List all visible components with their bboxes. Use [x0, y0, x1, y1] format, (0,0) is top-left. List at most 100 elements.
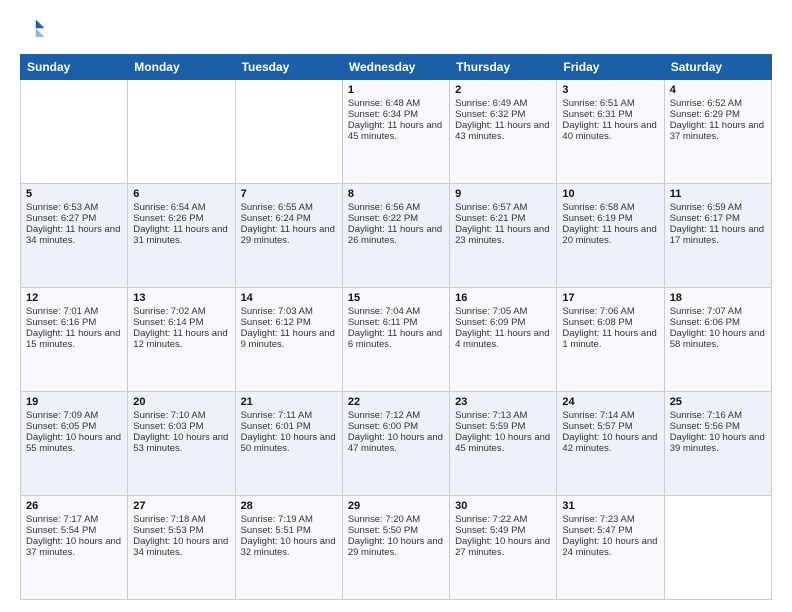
- calendar-cell: 7Sunrise: 6:55 AMSunset: 6:24 PMDaylight…: [235, 184, 342, 288]
- sunrise-text: Sunrise: 7:17 AM: [26, 514, 98, 525]
- day-number: 26: [26, 500, 122, 512]
- sunset-text: Sunset: 6:34 PM: [348, 109, 418, 120]
- daylight-text: Daylight: 11 hours and 6 minutes.: [348, 328, 442, 350]
- col-header-wednesday: Wednesday: [342, 55, 449, 80]
- day-number: 14: [241, 292, 337, 304]
- calendar-cell: 12Sunrise: 7:01 AMSunset: 6:16 PMDayligh…: [21, 288, 128, 392]
- calendar-cell: 1Sunrise: 6:48 AMSunset: 6:34 PMDaylight…: [342, 80, 449, 184]
- day-number: 30: [455, 500, 551, 512]
- day-number: 19: [26, 396, 122, 408]
- calendar-cell: 26Sunrise: 7:17 AMSunset: 5:54 PMDayligh…: [21, 496, 128, 600]
- col-header-tuesday: Tuesday: [235, 55, 342, 80]
- sunrise-text: Sunrise: 7:07 AM: [670, 306, 742, 317]
- sunset-text: Sunset: 6:22 PM: [348, 213, 418, 224]
- daylight-text: Daylight: 10 hours and 37 minutes.: [26, 536, 121, 558]
- daylight-text: Daylight: 11 hours and 17 minutes.: [670, 224, 764, 246]
- col-header-monday: Monday: [128, 55, 235, 80]
- day-number: 17: [562, 292, 658, 304]
- calendar-cell: 28Sunrise: 7:19 AMSunset: 5:51 PMDayligh…: [235, 496, 342, 600]
- calendar-cell: 24Sunrise: 7:14 AMSunset: 5:57 PMDayligh…: [557, 392, 664, 496]
- daylight-text: Daylight: 11 hours and 9 minutes.: [241, 328, 335, 350]
- sunrise-text: Sunrise: 6:58 AM: [562, 202, 634, 213]
- day-number: 9: [455, 188, 551, 200]
- day-number: 8: [348, 188, 444, 200]
- sunrise-text: Sunrise: 6:52 AM: [670, 98, 742, 109]
- sunset-text: Sunset: 6:00 PM: [348, 421, 418, 432]
- sunrise-text: Sunrise: 7:14 AM: [562, 410, 634, 421]
- sunset-text: Sunset: 5:49 PM: [455, 525, 525, 536]
- daylight-text: Daylight: 11 hours and 29 minutes.: [241, 224, 335, 246]
- sunrise-text: Sunrise: 7:16 AM: [670, 410, 742, 421]
- sunrise-text: Sunrise: 7:02 AM: [133, 306, 205, 317]
- sunrise-text: Sunrise: 7:20 AM: [348, 514, 420, 525]
- calendar-cell: [664, 496, 771, 600]
- sunrise-text: Sunrise: 7:13 AM: [455, 410, 527, 421]
- sunset-text: Sunset: 6:17 PM: [670, 213, 740, 224]
- sunrise-text: Sunrise: 6:53 AM: [26, 202, 98, 213]
- daylight-text: Daylight: 10 hours and 42 minutes.: [562, 432, 657, 454]
- calendar-header-row: SundayMondayTuesdayWednesdayThursdayFrid…: [21, 55, 772, 80]
- day-number: 4: [670, 84, 766, 96]
- sunrise-text: Sunrise: 7:23 AM: [562, 514, 634, 525]
- sunset-text: Sunset: 5:56 PM: [670, 421, 740, 432]
- day-number: 31: [562, 500, 658, 512]
- logo-icon: [20, 16, 48, 44]
- calendar-cell: 27Sunrise: 7:18 AMSunset: 5:53 PMDayligh…: [128, 496, 235, 600]
- calendar-week-2: 5Sunrise: 6:53 AMSunset: 6:27 PMDaylight…: [21, 184, 772, 288]
- day-number: 1: [348, 84, 444, 96]
- logo: [20, 16, 52, 44]
- sunrise-text: Sunrise: 7:19 AM: [241, 514, 313, 525]
- sunset-text: Sunset: 6:24 PM: [241, 213, 311, 224]
- day-number: 18: [670, 292, 766, 304]
- sunset-text: Sunset: 6:26 PM: [133, 213, 203, 224]
- sunset-text: Sunset: 5:47 PM: [562, 525, 632, 536]
- calendar-cell: 13Sunrise: 7:02 AMSunset: 6:14 PMDayligh…: [128, 288, 235, 392]
- daylight-text: Daylight: 11 hours and 4 minutes.: [455, 328, 549, 350]
- daylight-text: Daylight: 11 hours and 37 minutes.: [670, 120, 764, 142]
- sunrise-text: Sunrise: 7:06 AM: [562, 306, 634, 317]
- sunset-text: Sunset: 6:01 PM: [241, 421, 311, 432]
- daylight-text: Daylight: 10 hours and 29 minutes.: [348, 536, 443, 558]
- daylight-text: Daylight: 10 hours and 58 minutes.: [670, 328, 765, 350]
- col-header-friday: Friday: [557, 55, 664, 80]
- day-number: 20: [133, 396, 229, 408]
- sunset-text: Sunset: 6:11 PM: [348, 317, 418, 328]
- day-number: 6: [133, 188, 229, 200]
- sunrise-text: Sunrise: 7:03 AM: [241, 306, 313, 317]
- sunset-text: Sunset: 6:31 PM: [562, 109, 632, 120]
- day-number: 10: [562, 188, 658, 200]
- daylight-text: Daylight: 11 hours and 26 minutes.: [348, 224, 442, 246]
- calendar-cell: [21, 80, 128, 184]
- day-number: 21: [241, 396, 337, 408]
- daylight-text: Daylight: 10 hours and 45 minutes.: [455, 432, 550, 454]
- day-number: 3: [562, 84, 658, 96]
- sunrise-text: Sunrise: 7:10 AM: [133, 410, 205, 421]
- sunrise-text: Sunrise: 7:04 AM: [348, 306, 420, 317]
- daylight-text: Daylight: 11 hours and 45 minutes.: [348, 120, 442, 142]
- calendar-cell: 11 Sunrise: 6:59 AMSunset: 6:17 PMDayligh…: [664, 184, 771, 288]
- sunset-text: Sunset: 6:32 PM: [455, 109, 525, 120]
- calendar-cell: 6Sunrise: 6:54 AMSunset: 6:26 PMDaylight…: [128, 184, 235, 288]
- sunrise-text: Sunrise: 6:55 AM: [241, 202, 313, 213]
- sunrise-text: Sunrise: 6:49 AM: [455, 98, 527, 109]
- day-number: 11: [670, 188, 766, 200]
- day-number: 27: [133, 500, 229, 512]
- calendar-cell: [128, 80, 235, 184]
- daylight-text: Daylight: 10 hours and 32 minutes.: [241, 536, 336, 558]
- sunrise-text: Sunrise: 6:56 AM: [348, 202, 420, 213]
- daylight-text: Daylight: 11 hours and 23 minutes.: [455, 224, 549, 246]
- sunset-text: Sunset: 6:06 PM: [670, 317, 740, 328]
- sunrise-text: Sunrise: 6:59 AM: [670, 202, 742, 213]
- day-number: 25: [670, 396, 766, 408]
- calendar-week-3: 12Sunrise: 7:01 AMSunset: 6:16 PMDayligh…: [21, 288, 772, 392]
- calendar-cell: 2Sunrise: 6:49 AMSunset: 6:32 PMDaylight…: [450, 80, 557, 184]
- daylight-text: Daylight: 10 hours and 47 minutes.: [348, 432, 443, 454]
- calendar-cell: 17Sunrise: 7:06 AMSunset: 6:08 PMDayligh…: [557, 288, 664, 392]
- day-number: 5: [26, 188, 122, 200]
- calendar-cell: 9Sunrise: 6:57 AMSunset: 6:21 PMDaylight…: [450, 184, 557, 288]
- calendar-cell: [235, 80, 342, 184]
- day-number: 23: [455, 396, 551, 408]
- day-number: 29: [348, 500, 444, 512]
- calendar-cell: 30Sunrise: 7:22 AMSunset: 5:49 PMDayligh…: [450, 496, 557, 600]
- day-number: 28: [241, 500, 337, 512]
